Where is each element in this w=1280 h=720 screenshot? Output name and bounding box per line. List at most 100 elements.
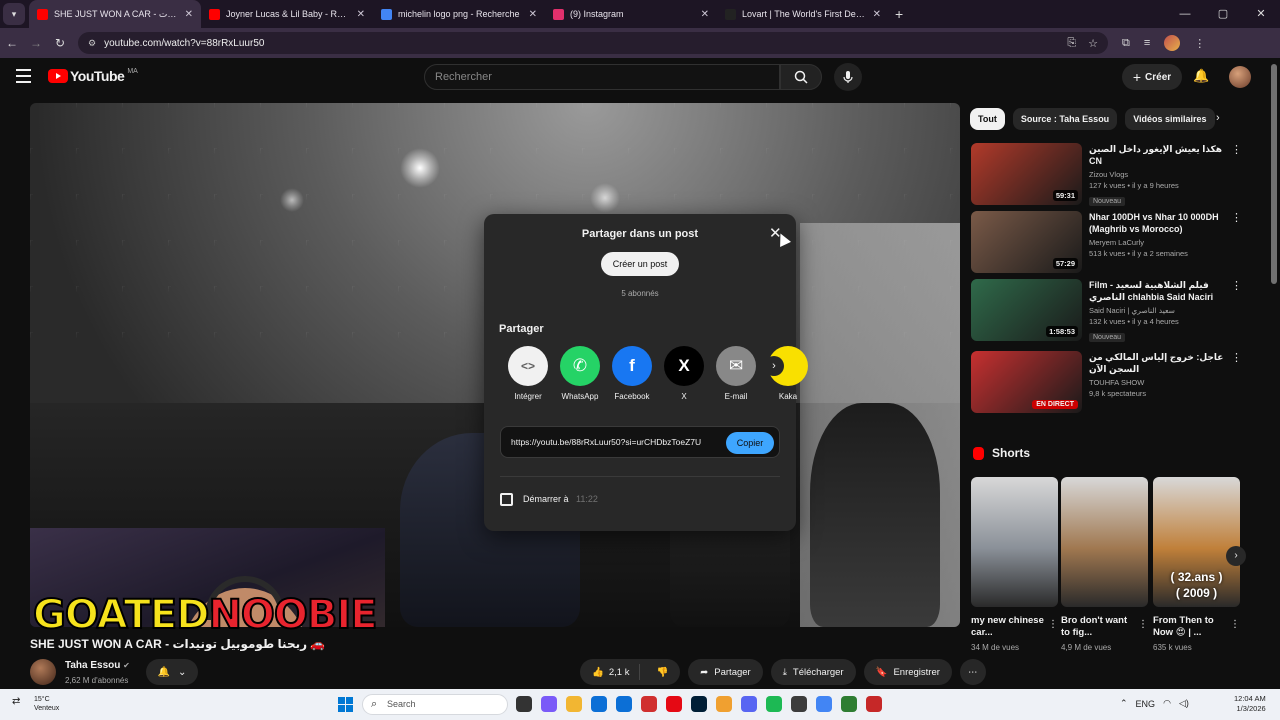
taskbar-app-icon[interactable] bbox=[641, 696, 657, 712]
short-thumbnail[interactable] bbox=[1061, 477, 1148, 607]
back-icon[interactable]: ← bbox=[0, 36, 24, 50]
create-button[interactable]: + Créer bbox=[1122, 64, 1182, 90]
youtube-logo[interactable]: YouTube MA bbox=[48, 68, 138, 84]
bookmark-star-icon[interactable]: ☆ bbox=[1088, 37, 1098, 50]
recommended-video[interactable]: 57:29 Nhar 100DH vs Nhar 10 000DH (Maghri… bbox=[971, 211, 1242, 273]
voice-search-button[interactable] bbox=[834, 63, 862, 91]
short-thumbnail[interactable]: ( 32.ans ) ( 2009 ) bbox=[1153, 477, 1240, 607]
windows-start-icon[interactable] bbox=[338, 697, 353, 712]
chevron-up-icon[interactable]: ⌃ bbox=[1120, 698, 1128, 709]
browser-tab[interactable]: (9) Instagram ✕ bbox=[545, 0, 717, 28]
share-link-field[interactable]: https://youtu.be/88rRxLuur50?si=urCHDbzT… bbox=[500, 426, 780, 458]
chips-next-arrow-icon[interactable]: › bbox=[1216, 112, 1220, 124]
more-vert-icon[interactable]: ⋮ bbox=[1230, 619, 1240, 630]
more-vert-icon[interactable]: ⋮ bbox=[1138, 619, 1148, 630]
start-at-time[interactable]: 11:22 bbox=[576, 494, 598, 504]
taskbar-app-icon[interactable] bbox=[516, 696, 532, 712]
share-button[interactable]: ➦ Partager bbox=[688, 659, 763, 685]
minimize-icon[interactable]: — bbox=[1166, 0, 1204, 28]
share-target-x[interactable]: XX bbox=[658, 346, 710, 401]
taskbar-app-icon[interactable] bbox=[541, 696, 557, 712]
share-link-text[interactable]: https://youtu.be/88rRxLuur50?si=urCHDbzT… bbox=[511, 437, 719, 447]
video-thumbnail[interactable]: 59:31 bbox=[971, 143, 1082, 205]
more-vert-icon[interactable]: ⋮ bbox=[1231, 279, 1242, 292]
start-at-checkbox[interactable] bbox=[500, 493, 513, 506]
tab-close-icon[interactable]: ✕ bbox=[701, 9, 709, 20]
subscription-bell-button[interactable]: 🔔 ⌄ bbox=[146, 659, 198, 685]
share-next-arrow-icon[interactable]: › bbox=[764, 356, 784, 376]
short-title[interactable]: From Then to Now 😍 | ... bbox=[1153, 615, 1240, 639]
taskbar-app-icon[interactable] bbox=[841, 696, 857, 712]
browser-tab[interactable]: Lovart | The World's First Design ✕ bbox=[717, 0, 889, 28]
cast-icon[interactable]: ⎘ bbox=[1067, 37, 1076, 50]
search-button[interactable] bbox=[780, 64, 822, 90]
shorts-next-arrow-icon[interactable]: › bbox=[1226, 546, 1246, 566]
taskbar-app-icon[interactable] bbox=[741, 696, 757, 712]
tab-close-icon[interactable]: ✕ bbox=[357, 9, 365, 20]
video-title[interactable]: Film - فيلم الشلاهبية لسعيد الناصري chla… bbox=[1089, 279, 1225, 303]
volume-icon[interactable]: ◁) bbox=[1179, 698, 1189, 709]
filter-chip[interactable]: Vidéos similaires bbox=[1125, 108, 1215, 130]
filter-chip[interactable]: Tout bbox=[970, 108, 1005, 130]
profile-avatar[interactable] bbox=[1164, 35, 1181, 51]
address-bar[interactable]: ⚙ youtube.com/watch?v=88rRxLuur50 ⎘ ☆ bbox=[78, 32, 1108, 54]
browser-tab[interactable]: SHE JUST WON A CAR - ربحنا طوموبيل تونيد… bbox=[29, 0, 201, 28]
recommended-video[interactable]: 59:31 هكذا يعيش الإيغور داخل الصين CN Zizo… bbox=[971, 143, 1242, 206]
more-vert-icon[interactable]: ⋮ bbox=[1231, 143, 1242, 156]
dislike-button[interactable]: 👎 bbox=[646, 667, 680, 678]
site-info-icon[interactable]: ⚙ bbox=[88, 38, 96, 49]
wifi-icon[interactable]: ◠ bbox=[1163, 698, 1171, 709]
notifications-bell-icon[interactable]: 🔔 bbox=[1193, 68, 1209, 84]
more-vert-icon[interactable]: ⋮ bbox=[1231, 211, 1242, 224]
taskbar-app-icon[interactable] bbox=[766, 696, 782, 712]
browser-menu-icon[interactable]: ⋮ bbox=[1194, 37, 1205, 50]
video-thumbnail[interactable]: EN DIRECT bbox=[971, 351, 1082, 413]
tab-close-icon[interactable]: ✕ bbox=[529, 9, 537, 20]
short-card[interactable]: Bro don't want to fig... 4,9 M de vues ⋮ bbox=[1061, 477, 1148, 652]
more-actions-button[interactable]: ⋯ bbox=[959, 659, 986, 685]
tab-search-button[interactable]: ▾ bbox=[3, 3, 25, 25]
taskbar-app-icon[interactable] bbox=[866, 696, 882, 712]
more-vert-icon[interactable]: ⋮ bbox=[1048, 619, 1058, 630]
video-title[interactable]: هكذا يعيش الإيغور داخل الصين CN bbox=[1089, 143, 1225, 167]
more-vert-icon[interactable]: ⋮ bbox=[1231, 351, 1242, 364]
search-input[interactable]: Rechercher bbox=[424, 64, 780, 90]
account-avatar[interactable] bbox=[1229, 66, 1251, 88]
share-target-whatsapp[interactable]: ✆ WhatsApp bbox=[554, 346, 606, 401]
browser-tab[interactable]: Joyner Lucas & Lil Baby - Ramen ✕ bbox=[201, 0, 373, 28]
taskbar-app-icon[interactable] bbox=[691, 696, 707, 712]
video-title[interactable]: عاجل: خروج إلياس المالكي من السجن الآن bbox=[1089, 351, 1225, 375]
browser-tab[interactable]: michelin logo png - Recherche ✕ bbox=[373, 0, 545, 28]
channel-name[interactable]: Meryem LaCurly bbox=[1089, 238, 1225, 247]
taskbar-app-icon[interactable] bbox=[666, 696, 682, 712]
short-title[interactable]: Bro don't want to fig... bbox=[1061, 615, 1148, 639]
reading-list-icon[interactable]: ≡ bbox=[1144, 37, 1150, 49]
taskbar-app-icon[interactable] bbox=[816, 696, 832, 712]
channel-name[interactable]: Said Naciri | سعيد الناصري bbox=[1089, 306, 1225, 315]
forward-icon[interactable]: → bbox=[24, 36, 48, 50]
like-button[interactable]: 👍 2,1 k bbox=[580, 664, 641, 680]
video-title[interactable]: Nhar 100DH vs Nhar 10 000DH (Maghrib vs … bbox=[1089, 211, 1225, 235]
taskbar-app-icon[interactable] bbox=[616, 696, 632, 712]
save-button[interactable]: 🔖 Enregistrer bbox=[863, 659, 952, 685]
share-target-facebook[interactable]: f Facebook bbox=[606, 346, 658, 401]
channel-name-text[interactable]: Taha Essou bbox=[65, 660, 120, 671]
short-card[interactable]: ( 32.ans ) ( 2009 ) From Then to Now 😍 | … bbox=[1153, 477, 1240, 652]
weather-widget[interactable]: ⇄ 15°C Venteux bbox=[12, 695, 59, 713]
new-tab-button[interactable]: + bbox=[895, 6, 903, 22]
taskbar-app-icon[interactable] bbox=[791, 696, 807, 712]
video-thumbnail[interactable]: 1:58:53 bbox=[971, 279, 1082, 341]
recommended-video[interactable]: EN DIRECT عاجل: خروج إلياس المالكي من الس… bbox=[971, 351, 1242, 413]
taskbar-app-icon[interactable] bbox=[566, 696, 582, 712]
close-window-icon[interactable]: ✕ bbox=[1242, 0, 1280, 28]
tab-close-icon[interactable]: ✕ bbox=[185, 9, 193, 20]
copy-button[interactable]: Copier bbox=[726, 432, 774, 454]
video-thumbnail[interactable]: 57:29 bbox=[971, 211, 1082, 273]
recommended-video[interactable]: 1:58:53 Film - فيلم الشلاهبية لسعيد الناص… bbox=[971, 279, 1242, 342]
extensions-icon[interactable]: ⧉ bbox=[1122, 37, 1130, 50]
channel-name[interactable]: TOUHFA SHOW bbox=[1089, 378, 1225, 387]
page-scrollbar[interactable] bbox=[1271, 64, 1277, 284]
taskbar-search-input[interactable]: Search bbox=[362, 694, 508, 715]
channel-name[interactable]: Taha Essou ✔ bbox=[65, 660, 130, 671]
short-card[interactable]: my new chinese car... 34 M de vues ⋮ bbox=[971, 477, 1058, 652]
